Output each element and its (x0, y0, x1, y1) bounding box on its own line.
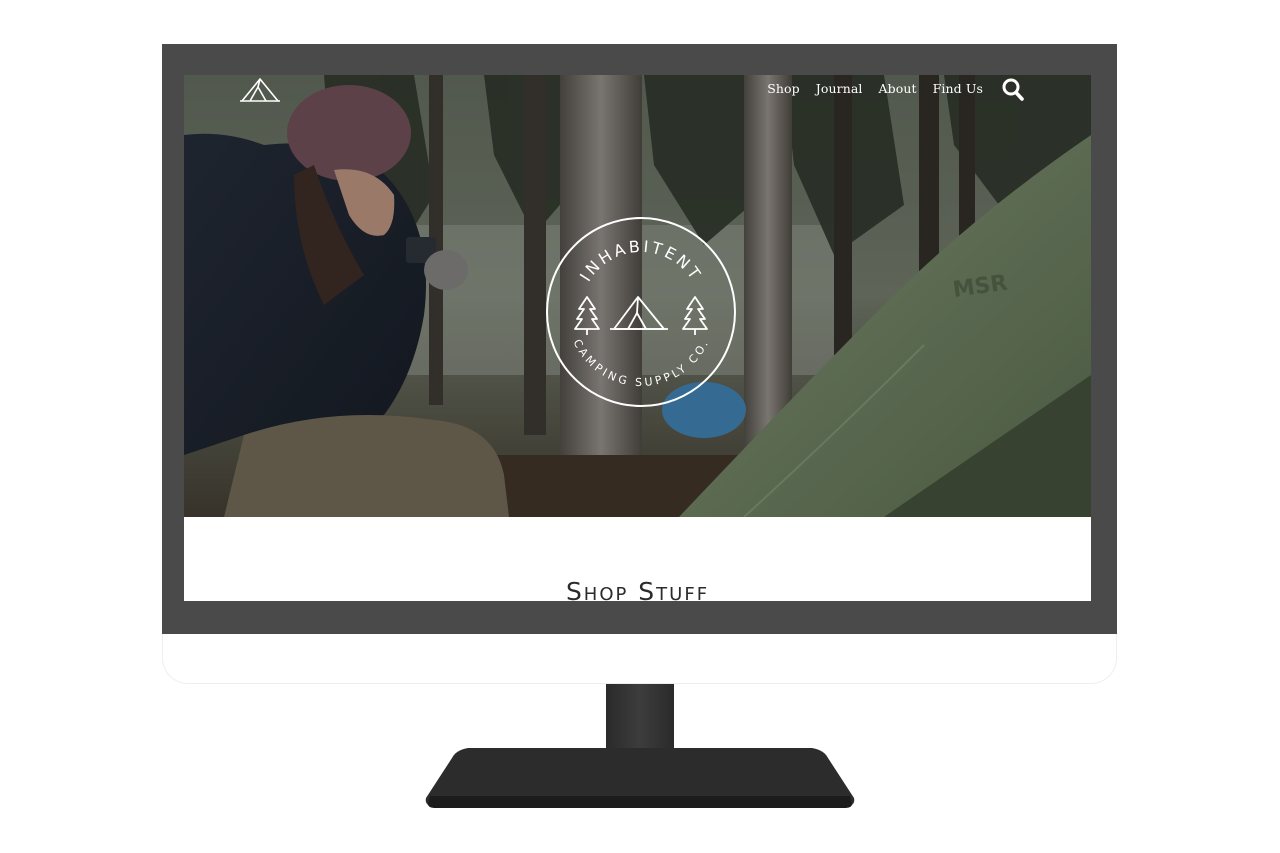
nav-find-us[interactable]: Find Us (933, 81, 983, 96)
shop-section: Shop Stuff (184, 517, 1091, 601)
monitor-chin (162, 634, 1117, 684)
tent-icon (610, 296, 668, 330)
badge-bottom-text: CAMPING SUPPLY CO. (570, 337, 711, 389)
search-icon[interactable] (1001, 77, 1025, 103)
monitor-stand-base (425, 748, 855, 808)
monitor-screen: MSR Shop Journal About Find Us INHABITEN… (184, 75, 1091, 601)
hero-banner: MSR Shop Journal About Find Us INHABITEN… (184, 75, 1091, 517)
site-logo-tent-icon[interactable] (238, 75, 282, 103)
pine-tree-icon (574, 296, 600, 335)
badge-top-text: INHABITENT (576, 237, 706, 285)
brand-badge: INHABITENT CAMPING SUPPLY CO. (546, 217, 736, 407)
main-nav: Shop Journal About Find Us (767, 81, 983, 96)
nav-shop[interactable]: Shop (767, 81, 800, 96)
pine-tree-icon (682, 296, 708, 335)
nav-journal[interactable]: Journal (816, 81, 863, 96)
section-title: Shop Stuff (565, 577, 710, 601)
nav-about[interactable]: About (879, 81, 917, 96)
